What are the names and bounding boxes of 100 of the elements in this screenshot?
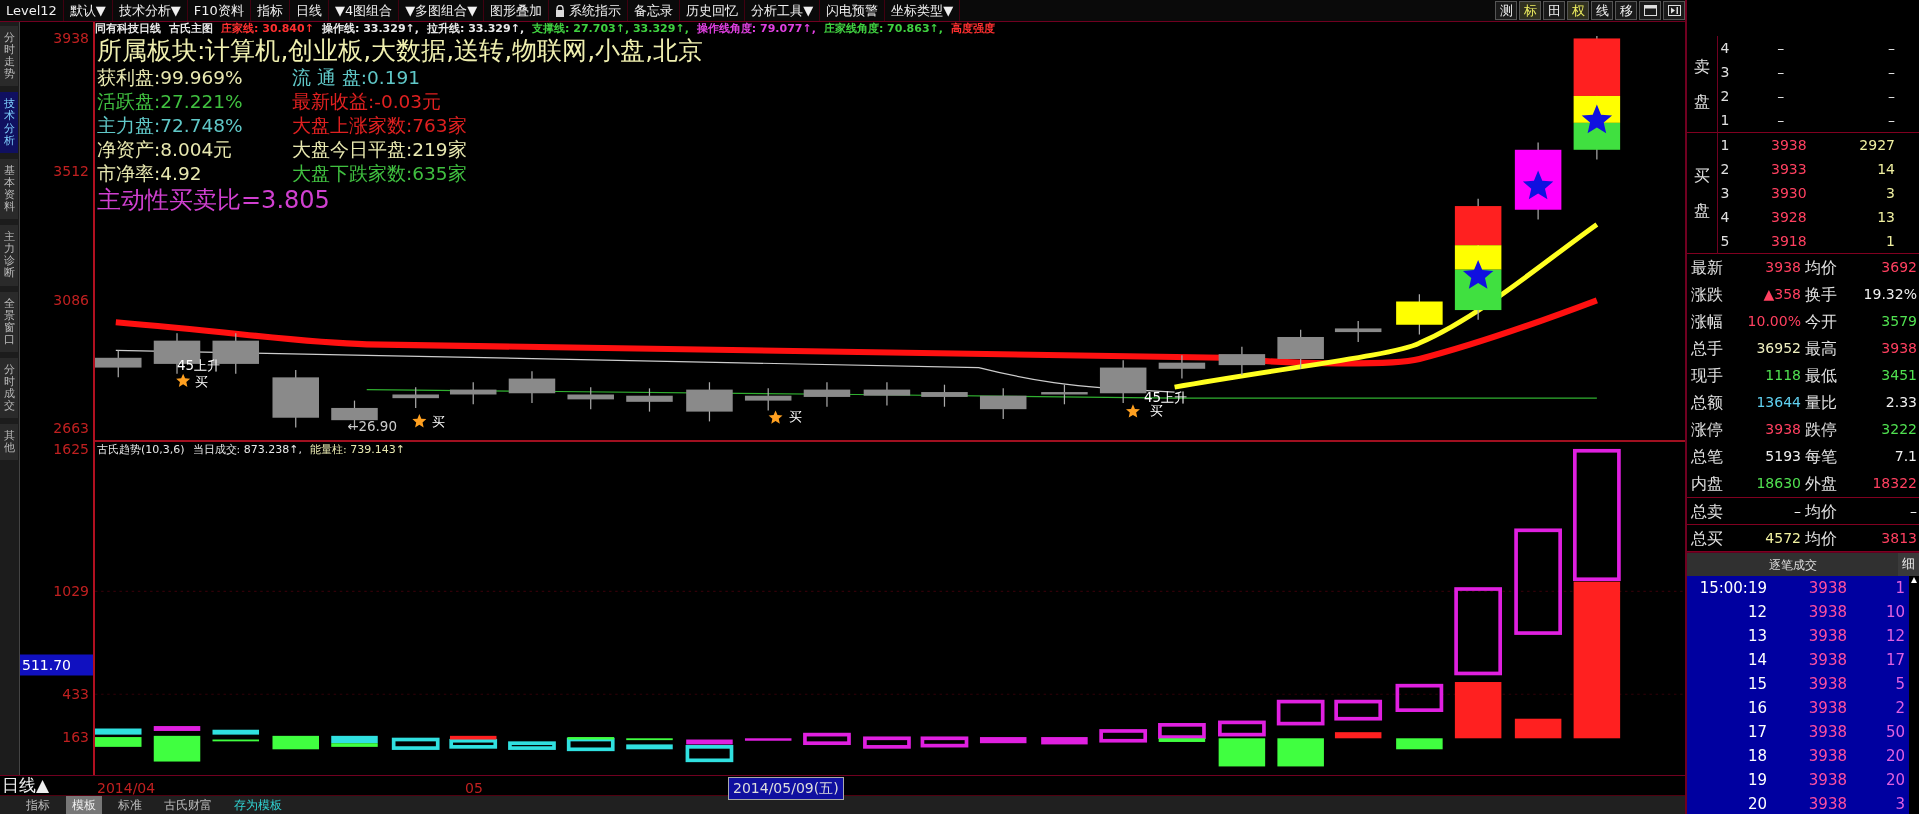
menu-item[interactable]: 备忘录	[628, 0, 681, 21]
menu-item[interactable]: 分析工具▼	[745, 0, 821, 21]
order-price: 3933	[1771, 160, 1807, 177]
menu-item[interactable]: 技术分析▼	[112, 0, 188, 21]
chart-label: 买	[1150, 403, 1164, 419]
stat-value: 19.32%	[1862, 284, 1918, 304]
stat-value: 7.1	[1893, 446, 1918, 466]
stock-stat: 市净率:4.92	[97, 162, 203, 186]
panel-toggle-button[interactable]	[1663, 1, 1685, 20]
star-icon	[1462, 259, 1494, 289]
menu-item[interactable]: F10资料	[187, 0, 251, 21]
menu-item[interactable]: 日线	[289, 0, 329, 21]
volume-bar	[1395, 683, 1444, 750]
indicator-value: 支撑线: 27.703↑, 33.329↑,	[532, 22, 689, 35]
star-icon	[176, 373, 191, 387]
window-button[interactable]	[1639, 1, 1661, 20]
candlestick	[1396, 293, 1443, 336]
bottom-tab[interactable]: 标准	[112, 796, 148, 814]
menu-item[interactable]: 历史回忆	[680, 0, 746, 21]
side-tab[interactable]: 技术分析	[0, 92, 18, 153]
trade-volume: 20	[1884, 769, 1906, 791]
volume-bar	[1099, 729, 1148, 743]
stat-label: 今开	[1804, 310, 1838, 333]
trade-volume: 17	[1884, 649, 1906, 671]
stock-stat: 最新收益:-0.03元	[292, 91, 442, 112]
menu-item[interactable]: 图形叠加	[484, 0, 550, 21]
indicator-value: 古氏趋势(10,3,6)	[97, 443, 185, 457]
trade-price: 3938	[1807, 673, 1847, 695]
candlestick	[1041, 384, 1088, 405]
side-label: 买盘	[1693, 164, 1710, 222]
axis-label: 433	[62, 684, 89, 704]
menu-item[interactable]: 默认▼	[63, 0, 113, 21]
chart-label: 买	[195, 373, 209, 389]
indicator-value: 高度强度	[950, 22, 995, 35]
stat-label: 涨停	[1690, 418, 1724, 441]
side-tab[interactable]: 基本资料	[0, 158, 18, 220]
order-volume: 1	[1886, 232, 1895, 249]
candlestick	[863, 381, 911, 407]
stat-value: 18322	[1871, 473, 1918, 493]
order-price: 3938	[1771, 136, 1807, 153]
side-tab[interactable]: 其他	[0, 424, 18, 461]
star-icon	[412, 414, 427, 428]
candlestick	[686, 381, 733, 423]
candlestick	[1158, 354, 1206, 380]
candlestick	[921, 384, 968, 408]
sector-list: 所属板块:计算机,创业板,大数据,送转,物联网,小盘,北京	[97, 36, 704, 66]
period-label[interactable]: 日线▲	[0, 776, 95, 795]
stock-stat: 大盘下跌家数:635家	[292, 163, 467, 184]
trade-time: 18	[1746, 745, 1767, 767]
stat-label: 最新	[1690, 256, 1724, 279]
bottom-tab[interactable]: 古氏财富	[158, 796, 218, 814]
stock-stat: 大盘上涨家数:763家	[292, 115, 467, 136]
order-level: 1	[1720, 136, 1730, 153]
stat-value: 3813	[1880, 528, 1918, 548]
toolbar-button[interactable]: 田	[1543, 1, 1565, 20]
side-tab[interactable]: 分时成交	[0, 357, 18, 419]
side-tab[interactable]: 全景窗口	[0, 291, 18, 352]
volume-bar	[1276, 699, 1325, 767]
stat-label: 总额	[1690, 391, 1724, 414]
order-level: 3	[1720, 63, 1730, 80]
toolbar-button[interactable]: 权	[1567, 1, 1589, 20]
menu-item[interactable]: 闪电预警	[820, 0, 886, 21]
indicator-value: 操作线角度: 79.077↑,	[696, 22, 816, 35]
trade-volume: 20	[1884, 745, 1906, 767]
axis-label: 3086	[53, 290, 89, 310]
bottom-tab[interactable]: 模板	[66, 796, 102, 814]
toolbar-button[interactable]: 移	[1615, 1, 1637, 20]
menu-item[interactable]: 坐标类型▼	[885, 0, 961, 21]
stat-value: 3579	[1880, 311, 1918, 331]
trade-volume: 12	[1884, 625, 1906, 647]
toolbar-button[interactable]: 线	[1591, 1, 1613, 20]
menu-item[interactable]: ▼4图组合	[328, 0, 400, 21]
stock-stat: 流 通 盘:0.191	[292, 67, 420, 88]
stock-stat: 主力盘:72.748%	[97, 114, 244, 138]
bottom-tab[interactable]: 指标	[20, 796, 56, 814]
stat-value: 3938	[1764, 419, 1801, 439]
stat-label: 均价	[1804, 500, 1838, 523]
stat-label: 涨幅	[1690, 310, 1724, 333]
indicator-value: 当日成交: 873.238↑,	[192, 443, 302, 457]
menu-item[interactable]: Level12	[0, 0, 64, 21]
save-template-button[interactable]: 存为模板	[228, 796, 288, 814]
stat-value: 10.00%	[1746, 311, 1801, 331]
side-tab[interactable]: 分时走势	[0, 26, 18, 87]
menu-item[interactable]: 系统指示	[549, 0, 629, 21]
trade-volume: 5	[1894, 673, 1906, 695]
menu-item[interactable]: ▼多图组合▼	[399, 0, 485, 21]
side-tab[interactable]: 主力诊断	[0, 225, 18, 286]
volume-bar	[331, 735, 378, 747]
trade-volume: 10	[1884, 601, 1906, 623]
menu-item[interactable]: 指标	[250, 0, 290, 21]
detail-button[interactable]: 细	[1898, 552, 1919, 576]
toolbar-button[interactable]: 测	[1495, 1, 1517, 20]
trade-price: 3938	[1807, 697, 1847, 719]
volume-bar	[1041, 737, 1088, 745]
axis-label: 1029	[53, 581, 89, 601]
order-volume: –	[1888, 39, 1895, 56]
toolbar-button[interactable]: 标	[1519, 1, 1541, 20]
stat-label: 内盘	[1690, 472, 1724, 495]
stock-stat: 获利盘:99.969%	[97, 66, 244, 90]
order-level: 2	[1720, 87, 1730, 104]
